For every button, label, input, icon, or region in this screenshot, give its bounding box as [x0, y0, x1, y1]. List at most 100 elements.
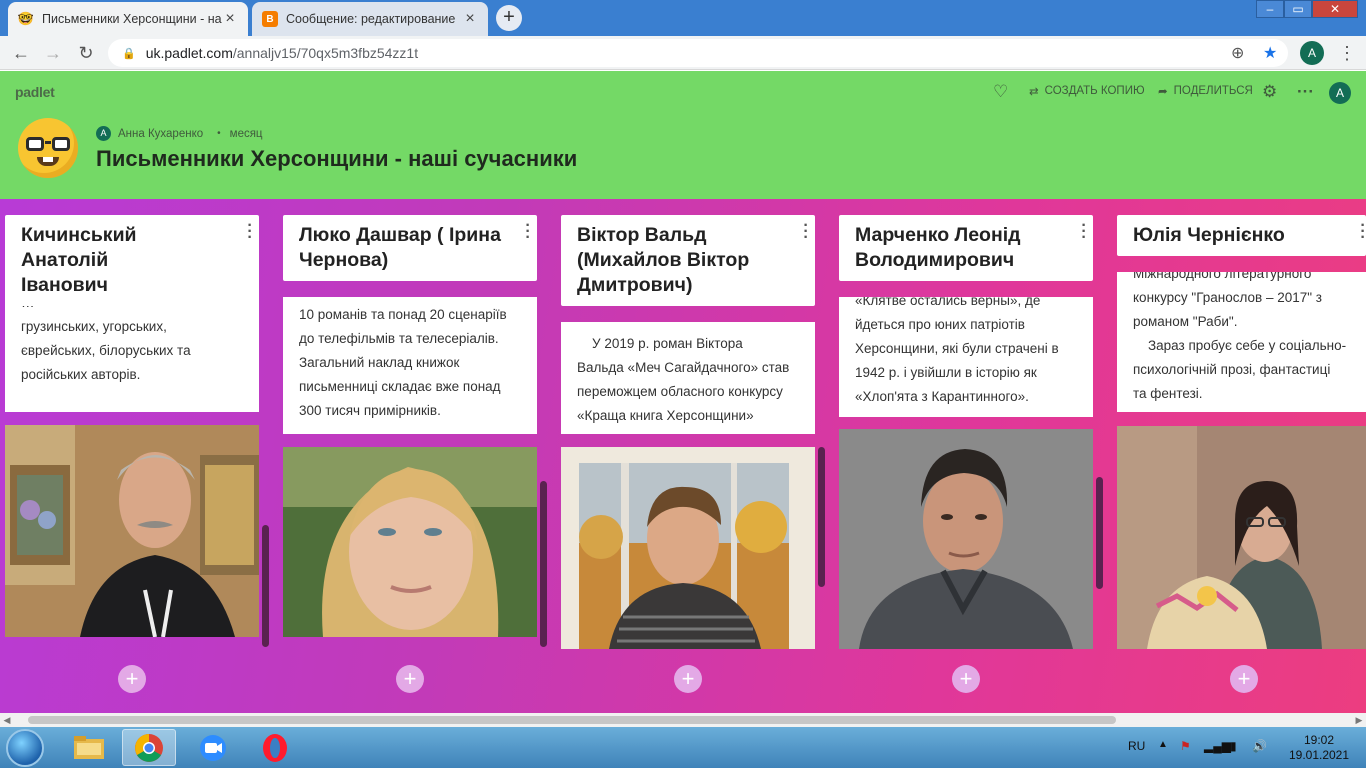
post-text-card[interactable]: У 2019 р. роман Віктора Вальда «Меч Сага…: [561, 322, 815, 434]
post-heading-line: Чернова): [299, 249, 389, 271]
file-explorer-icon[interactable]: [62, 729, 116, 766]
more-options-icon[interactable]: ···: [1297, 82, 1314, 102]
column-scrollbar[interactable]: [1096, 477, 1103, 589]
author-photo-kychynskyi[interactable]: [5, 425, 259, 637]
zoom-icon[interactable]: [186, 729, 240, 766]
page-title: Письменники Херсонщини - наші сучасники: [96, 146, 578, 171]
post-text-line: йдеться про юних патріотів: [855, 317, 1025, 332]
scroll-left-arrow-icon[interactable]: ◀: [0, 713, 14, 727]
author-photo-marchenko[interactable]: [839, 429, 1093, 649]
post-text-line: письменниці складає вже понад: [299, 379, 501, 394]
post-text-card[interactable]: … грузинських, угорських, єврейських, бі…: [5, 297, 259, 412]
add-post-button[interactable]: +: [396, 665, 424, 693]
post-text-card[interactable]: Міжнародного літературного конкурсу "Гра…: [1117, 272, 1366, 412]
add-site-icon[interactable]: ⊕: [1231, 43, 1244, 63]
column-scrollbar[interactable]: [540, 481, 547, 647]
post-time: месяц: [229, 127, 263, 140]
post-heading-line: Юлія Чернієнко: [1133, 224, 1285, 246]
author-photo-cherniienko[interactable]: [1117, 426, 1366, 649]
system-clock[interactable]: 19:02 19.01.2021: [1282, 733, 1356, 763]
author-line: A Анна Кухаренко • месяц: [96, 126, 263, 141]
lock-icon[interactable]: 🔒: [122, 47, 136, 60]
post-heading-line: Люко Дашвар ( Ірина: [299, 224, 501, 246]
settings-gear-icon[interactable]: ⚙: [1262, 82, 1277, 102]
post-menu-icon[interactable]: · · ·: [1081, 218, 1087, 246]
post-heading-card[interactable]: Марченко Леонід Володимирович · · ·: [839, 215, 1093, 281]
share-button[interactable]: ➦ ПОДЕЛИТЬСЯ: [1158, 84, 1253, 98]
post-menu-icon[interactable]: · · ·: [1360, 218, 1366, 246]
network-signal-icon[interactable]: ▂▄▆: [1204, 739, 1231, 753]
add-post-button[interactable]: +: [674, 665, 702, 693]
share-label: ПОДЕЛИТЬСЯ: [1173, 85, 1253, 97]
chrome-icon[interactable]: [122, 729, 176, 766]
opera-icon[interactable]: [248, 729, 302, 766]
nerd-emoji-board-icon: [18, 118, 78, 178]
post-text-line: У 2019 р. роман Віктора: [577, 336, 743, 351]
author-name: Анна Кухаренко: [118, 127, 204, 140]
post-text-line: психологічній прозі, фантастиці: [1133, 362, 1331, 377]
language-indicator[interactable]: RU: [1128, 739, 1145, 753]
browser-tab-blogger[interactable]: B Сообщение: редактирование ×: [252, 2, 488, 36]
post-text-card[interactable]: «Клятве остались верны», де йдеться про …: [839, 297, 1093, 417]
add-post-button[interactable]: +: [118, 665, 146, 693]
scrollbar-thumb[interactable]: [28, 716, 1116, 724]
add-post-button[interactable]: +: [952, 665, 980, 693]
post-text-line: 1942 р. і увійшли в історію як: [855, 365, 1037, 380]
browser-tab-padlet[interactable]: 🤓 Письменники Херсонщини - на ×: [8, 2, 248, 36]
maximize-button[interactable]: ▭: [1284, 0, 1312, 18]
reload-icon[interactable]: ↻: [75, 42, 97, 64]
windows-start-button[interactable]: [6, 729, 44, 767]
tab-title: Сообщение: редактирование: [286, 12, 456, 26]
post-menu-icon[interactable]: · · ·: [803, 218, 809, 246]
scroll-right-arrow-icon[interactable]: ▶: [1352, 713, 1366, 727]
author-photo-vald[interactable]: [561, 447, 815, 649]
post-text-line: Міжнародного літературного: [1133, 272, 1312, 281]
remake-label: СОЗДАТЬ КОПИЮ: [1044, 85, 1145, 97]
user-avatar[interactable]: A: [1329, 82, 1351, 104]
post-text-line: Херсонщини, які були страчені в: [855, 341, 1059, 356]
horizontal-scrollbar[interactable]: ◀ ▶: [0, 713, 1366, 727]
post-text-line: «Клятве остались верны», де: [855, 297, 1041, 308]
new-tab-button[interactable]: +: [496, 5, 522, 31]
volume-icon[interactable]: 🔊: [1252, 739, 1267, 753]
remake-button[interactable]: ⇄ СОЗДАТЬ КОПИЮ: [1029, 84, 1145, 98]
post-text-card[interactable]: 10 романів та понад 20 сценаріїв до теле…: [283, 297, 537, 434]
post-heading-card[interactable]: Кичинський Анатолій Іванович · · ·: [5, 215, 259, 306]
minimize-button[interactable]: –: [1256, 0, 1284, 18]
browser-profile-avatar[interactable]: A: [1300, 41, 1324, 65]
post-heading-card[interactable]: Люко Дашвар ( Ірина Чернова) · · ·: [283, 215, 537, 281]
post-menu-icon[interactable]: · · ·: [247, 218, 253, 246]
url-domain: uk.padlet.com: [145, 45, 233, 61]
post-heading-line: Іванович: [21, 274, 108, 296]
battery-icon[interactable]: ▮: [1230, 739, 1237, 753]
post-heading-card[interactable]: Юлія Чернієнко · · ·: [1117, 215, 1366, 256]
post-menu-icon[interactable]: · · ·: [525, 218, 531, 246]
close-window-button[interactable]: ✕: [1312, 0, 1358, 18]
post-text-line: грузинських, угорських,: [21, 319, 167, 334]
action-center-flag-icon[interactable]: ⚑: [1180, 739, 1191, 753]
post-text-line: романом "Раби".: [1133, 314, 1238, 329]
show-hidden-icons-icon[interactable]: ▲: [1158, 739, 1168, 750]
clock-time: 19:02: [1303, 733, 1335, 747]
post-text-line: 10 романів та понад 20 сценаріїв: [299, 307, 507, 322]
padlet-logo[interactable]: padlet: [15, 84, 55, 100]
forward-arrow-icon[interactable]: →: [42, 42, 64, 64]
post-text-line: 300 тисяч примірників.: [299, 403, 441, 418]
author-photo-dashvar[interactable]: [283, 447, 537, 637]
column-scrollbar[interactable]: [262, 525, 269, 647]
heart-icon[interactable]: ♡: [993, 82, 1008, 102]
close-tab-icon[interactable]: ×: [462, 10, 478, 28]
url-input[interactable]: 🔒 uk.padlet.com/annaljv15/70qx5m3fbz54zz…: [108, 39, 1288, 67]
column-scrollbar[interactable]: [818, 447, 825, 587]
bookmark-star-icon[interactable]: ★: [1263, 43, 1277, 63]
post-heading-card[interactable]: Віктор Вальд (Михайлов Віктор Дмитрович)…: [561, 215, 815, 306]
share-arrow-icon: ➦: [1158, 86, 1168, 98]
post-heading-line: Дмитрович): [577, 274, 693, 296]
padlet-board: … грузинських, угорських, єврейських, бі…: [0, 199, 1366, 713]
browser-menu-icon[interactable]: ⋮: [1336, 42, 1358, 64]
back-arrow-icon[interactable]: ←: [10, 42, 32, 64]
close-tab-icon[interactable]: ×: [222, 10, 238, 28]
post-text-line: конкурсу "Гранослов – 2017" з: [1133, 290, 1322, 305]
address-bar-row: ← → ↻ 🔒 uk.padlet.com/annaljv15/70qx5m3f…: [0, 36, 1366, 70]
add-post-button[interactable]: +: [1230, 665, 1258, 693]
